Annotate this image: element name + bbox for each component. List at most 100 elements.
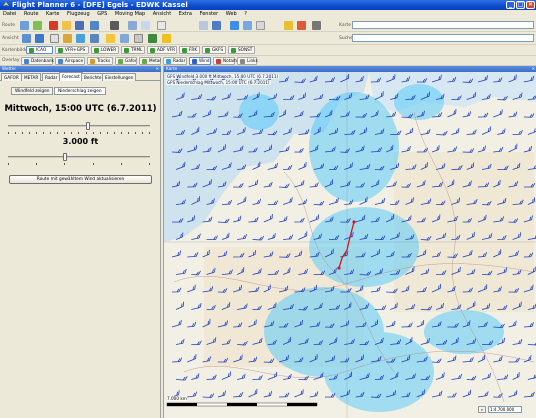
minimize-button[interactable]: _ [506,1,515,9]
overlay-notam-button[interactable]: Notam [213,57,237,65]
layers-icon[interactable] [35,34,44,43]
subtab-niederschlag[interactable]: Niederschlag zeigen [54,87,106,95]
star-icon[interactable] [162,34,171,43]
wind-legend: GFS Windfeld 3.000 ft Mittwoch, 15:00 UT… [166,74,280,79]
zoom-button[interactable]: ⌕ [478,406,486,413]
menu-fenster[interactable]: Fenster [197,10,222,18]
scale-label: 7.000 km [167,396,187,401]
overlay-radar-button[interactable]: Radar [163,57,187,65]
route-new-icon[interactable] [20,21,29,30]
flag-icon[interactable] [199,21,208,30]
menu-moving-map[interactable]: Moving Map [112,10,148,18]
chart-sonst-button[interactable]: SONST [228,46,255,54]
page-icon[interactable] [157,21,166,30]
open-folder-icon[interactable] [62,21,71,30]
map-panel-title: Karte [166,66,178,71]
toolbar-ansicht: Ansicht Suche [0,32,536,45]
menu-help[interactable]: ? [241,10,250,18]
close-button[interactable]: × [526,1,535,9]
chart-adf-vfr-button[interactable]: ADF VFR [147,46,177,54]
menu-route[interactable]: Route [21,10,42,18]
overlay-wind-button[interactable]: Wind [189,57,211,65]
tab-forecast[interactable]: Forecast [59,72,83,81]
altitude-slider-track[interactable] [8,156,150,158]
map-search-input[interactable] [352,21,534,29]
plane-add-icon[interactable] [284,21,293,30]
maximize-button[interactable]: □ [516,1,525,9]
plane-remove-icon[interactable] [297,21,306,30]
app-logo-icon [3,2,9,6]
time-slider-track[interactable] [8,125,150,127]
menu-extra[interactable]: Extra [176,10,195,18]
table-icon[interactable] [50,34,59,43]
route-edit-icon[interactable] [33,21,42,30]
altitude-value: 3.000 ft [62,137,99,146]
toolbar-route: Route Karte [0,19,536,32]
print-icon[interactable] [90,21,99,30]
globe-icon[interactable] [148,34,157,43]
chart-vfr-gps-button[interactable]: VFR+GPS [55,46,89,54]
close-panel-icon[interactable]: × [155,66,159,72]
overlay-airspace-button[interactable]: Airspace [55,57,85,65]
grid-view-icon[interactable] [134,34,143,43]
menu-ansicht[interactable]: Ansicht [150,10,174,18]
map-canvas[interactable] [164,72,536,418]
menu-datei[interactable]: Datei [0,10,19,18]
subtab-windfeld[interactable]: Windfeld zeigen [11,87,54,95]
map-scale-field[interactable]: 1:4.700.000 [488,406,522,413]
menu-flugzeug[interactable]: Flugzeug [64,10,93,18]
search-label: Karte [339,23,352,28]
overlay-links-button[interactable]: Links [237,57,258,65]
route-waypoint-end[interactable] [337,266,341,270]
chart-trml-button[interactable]: TRML [121,46,145,54]
tab-einstellungen[interactable]: Einstellungen [102,73,137,81]
document-icon[interactable] [128,21,137,30]
pan-icon[interactable] [243,21,252,30]
update-route-wind-button[interactable]: Route mit gewähltem Wind aktualisieren [9,175,152,184]
search-input[interactable] [352,34,534,42]
tab-metar[interactable]: METAR [21,73,42,81]
altitude-slider-thumb[interactable] [62,153,67,161]
weather-panel-title: Wetter [2,66,17,71]
toolbar-route-label: Route [2,23,16,28]
chart-frk-button[interactable]: FRK [179,46,200,54]
search2-label: Suche [339,36,353,41]
magnifier-icon[interactable] [212,21,221,30]
time-slider-thumb[interactable] [85,122,90,130]
weather-icon[interactable] [120,34,129,43]
chart-gkfs-button[interactable]: GKFS [202,46,226,54]
tab-radar[interactable]: Radar [42,73,61,81]
chart-lower-button[interactable]: LOWER [91,46,119,54]
menu-bar: Datei Route Karte Flugzeug GPS Moving Ma… [0,10,536,19]
precip-legend: GFS Niederschlag Mittwoch, 15:00 UTC (6.… [166,80,271,85]
window-title: Flight Planner 6 - [DFE] Egels - EDWK Ka… [12,1,188,9]
folder-icon[interactable] [63,34,72,43]
overlay-datenbank-button[interactable]: Datenbank [21,57,54,65]
car-icon[interactable] [110,21,119,30]
forecast-datetime: Mittwoch, 15:00 UTC (6.7.2011) [4,104,157,114]
warning-icon[interactable] [106,34,115,43]
route-waypoint-start[interactable] [352,220,356,224]
window-icon[interactable] [141,21,150,30]
weather-tabs: GAFOR METAR Radar Forecast Berichte Eins… [0,72,161,81]
menu-web[interactable]: Web [223,10,240,18]
overlay-metar-button[interactable]: Metar [139,57,161,65]
grid-icon[interactable] [256,21,265,30]
arrow-right-icon[interactable] [230,21,239,30]
map-panel[interactable]: Karte × GFS Windfeld 3.000 ft Mittwoch, … [163,66,536,418]
scale-bar [166,402,318,407]
view-icon[interactable] [22,34,31,43]
chart-icao-button[interactable]: ICAO [26,46,53,54]
overlay-tracks-button[interactable]: Tracks [87,57,113,65]
tab-gafor[interactable]: GAFOR [1,73,22,81]
settings-icon[interactable] [90,34,99,43]
camera-icon[interactable] [312,21,321,30]
save-icon[interactable] [75,21,84,30]
menu-karte[interactable]: Karte [43,10,62,18]
tab-berichte[interactable]: Berichte [81,73,105,81]
chart-layer-bar: Kartenbilder ICAO VFR+GPS LOWER TRML ADF… [0,45,536,56]
info-icon[interactable] [76,34,85,43]
delete-icon[interactable] [49,21,58,30]
menu-gps[interactable]: GPS [94,10,110,18]
overlay-gafor-button[interactable]: Gafor [115,57,137,65]
